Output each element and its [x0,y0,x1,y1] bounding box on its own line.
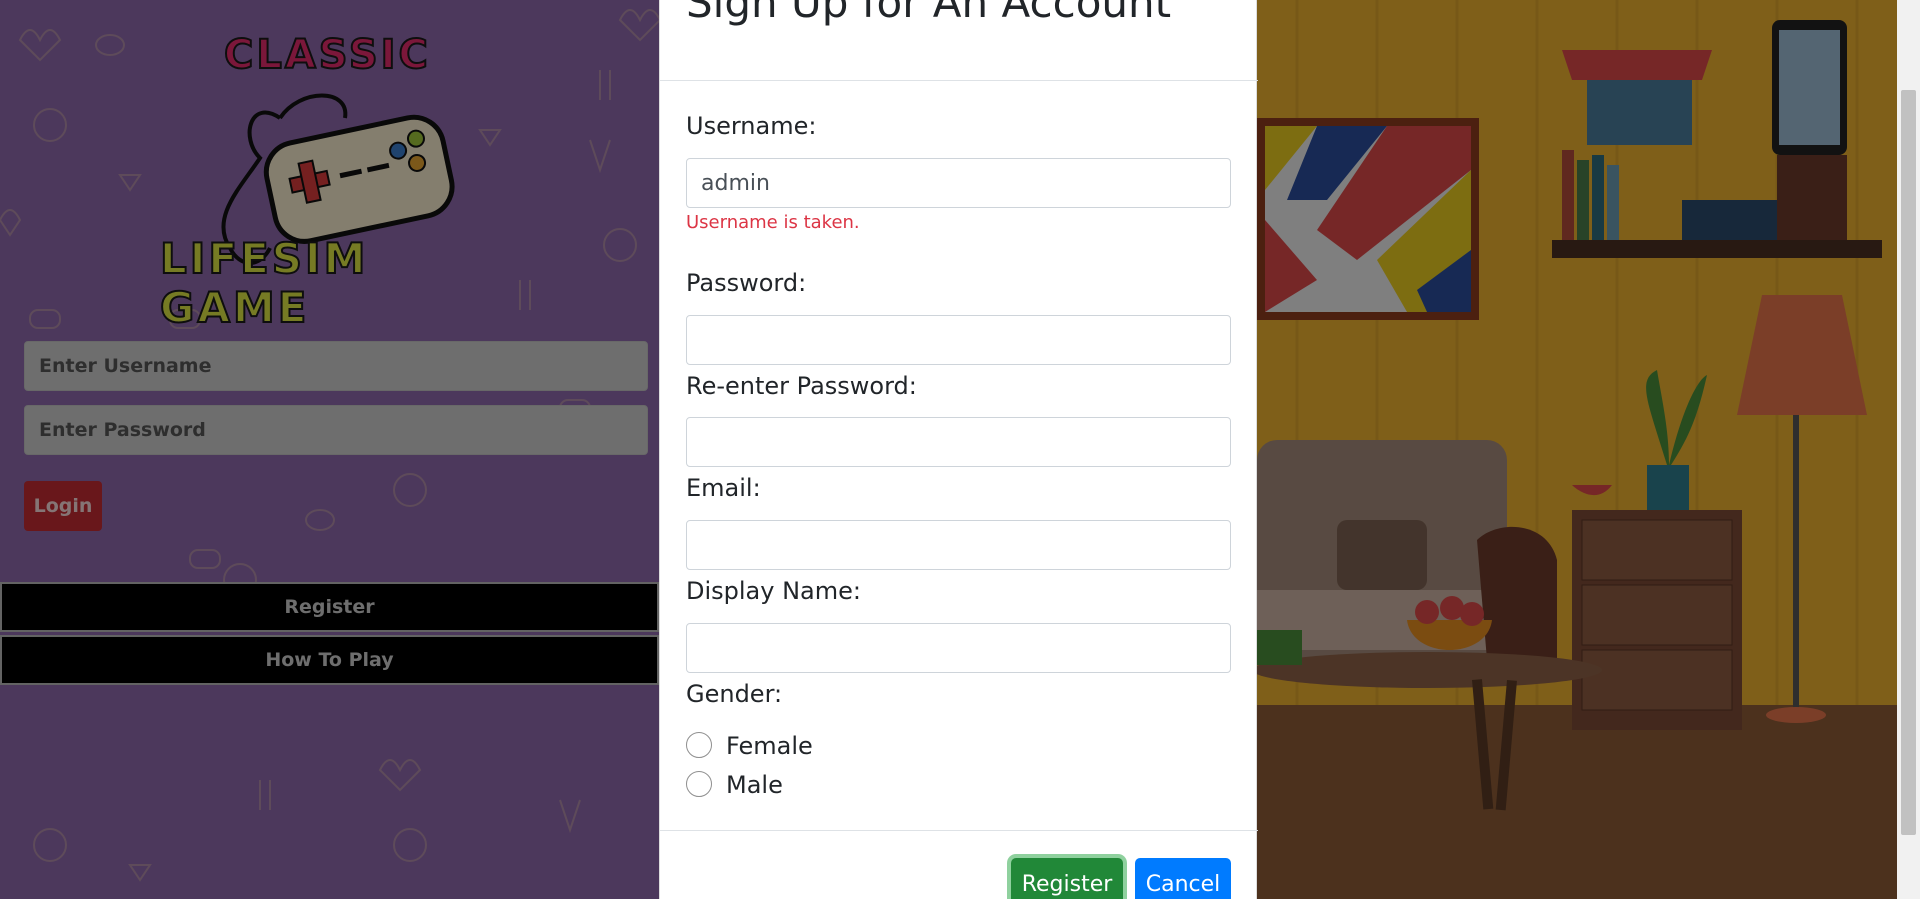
register-nav-button[interactable]: Register [0,582,659,632]
game-logo: CLASSIC LIFESIM GAME [150,28,520,333]
living-room-scene [1257,0,1897,899]
gender-label: Gender: [686,680,783,708]
modal-header-divider [660,80,1258,81]
display-name-label: Display Name: [686,577,861,605]
username-field[interactable] [686,158,1231,208]
logo-text-lifesim-game: LIFESIM GAME [159,233,369,333]
page-scrollbar[interactable] [1897,0,1920,899]
email-field[interactable] [686,520,1231,570]
modal-footer-divider [660,830,1258,831]
display-name-field[interactable] [686,623,1231,673]
reenter-password-field[interactable] [686,417,1231,467]
email-label: Email: [686,474,761,502]
password-field[interactable] [686,315,1231,365]
username-label: Username: [686,112,817,140]
gender-male-radio[interactable] [686,771,712,797]
modal-title: Sign Up for An Account [686,0,1172,27]
wall-painting [1257,118,1479,320]
reenter-password-label: Re-enter Password: [686,372,917,400]
login-button[interactable]: Login [24,481,102,531]
password-label: Password: [686,269,807,297]
how-to-play-button[interactable]: How To Play [0,635,659,685]
register-button[interactable]: Register [1011,858,1123,899]
signup-modal: Sign Up for An Account Username: Usernam… [659,0,1258,899]
login-panel: CLASSIC LIFESIM GAME Login Register How … [0,0,659,899]
scrollbar-thumb[interactable] [1901,90,1916,835]
cancel-button[interactable]: Cancel [1135,858,1231,899]
login-username-input[interactable] [24,341,648,391]
gender-female-radio[interactable] [686,732,712,758]
username-error-message: Username is taken. [686,212,860,233]
login-password-input[interactable] [24,405,648,455]
gender-female-label[interactable]: Female [726,732,813,760]
gender-male-label[interactable]: Male [726,771,783,799]
living-room-illustration [1257,0,1897,899]
